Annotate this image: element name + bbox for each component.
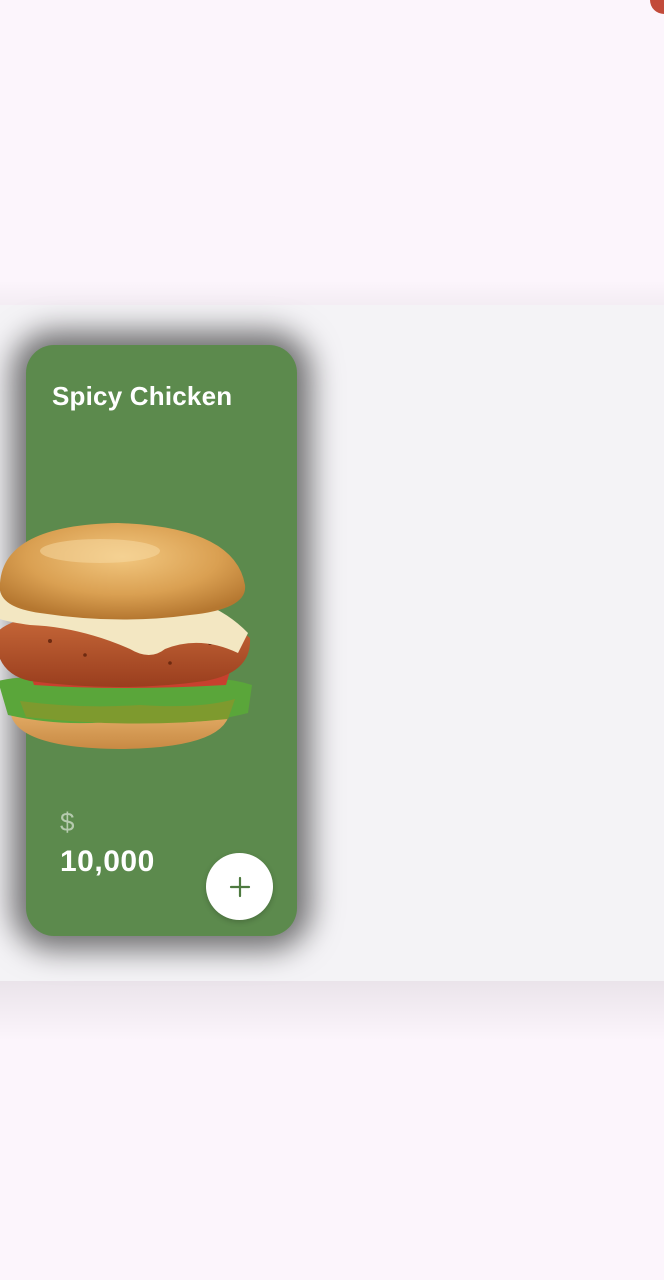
corner-accent	[650, 0, 664, 14]
product-card[interactable]: Spicy Chicken $ 10,000	[0, 345, 297, 936]
carousel-top-shadow	[0, 280, 664, 306]
product-title: Spicy Chicken	[52, 381, 233, 411]
currency-symbol: $	[60, 807, 75, 837]
carousel-bottom-shadow	[0, 981, 664, 1041]
chicken-burger-image	[0, 523, 252, 749]
product-carousel[interactable]: Spicy Chicken $ 10,000	[0, 305, 664, 981]
plus-icon	[229, 876, 250, 897]
add-to-cart-button[interactable]	[206, 853, 273, 920]
product-price: 10,000	[60, 845, 155, 878]
